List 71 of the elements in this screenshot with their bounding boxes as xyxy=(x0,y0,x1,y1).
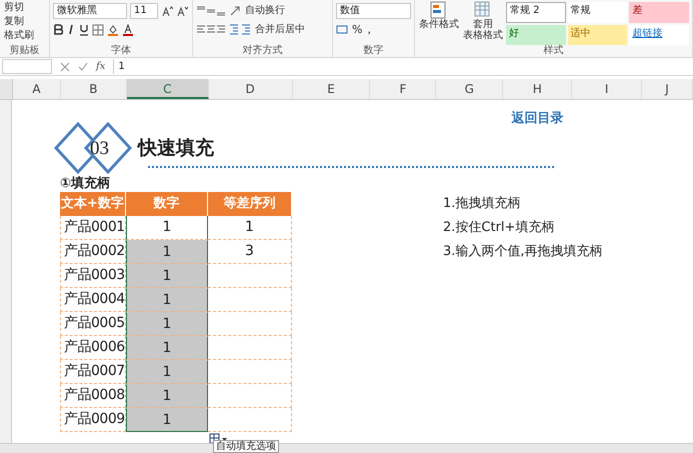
instruction-text: 3.输入两个值,再拖拽填充柄 xyxy=(442,243,604,261)
tooltip: 自动填充选项 xyxy=(213,440,279,453)
conditional-format-button[interactable]: 条件格式 xyxy=(418,1,460,45)
column-header[interactable]: G xyxy=(436,79,504,99)
table-header-cell: 数字 xyxy=(126,192,208,216)
column-header[interactable]: J xyxy=(642,79,693,99)
percent-button[interactable]: % xyxy=(351,22,364,36)
clipboard-button[interactable]: 复制 xyxy=(3,15,25,29)
wrap-text-button[interactable]: 自动换行 xyxy=(244,4,286,18)
instruction-text: 2.按住Ctrl+填充柄 xyxy=(442,219,556,237)
grow-font-icon[interactable] xyxy=(161,4,173,16)
underline-icon[interactable] xyxy=(79,24,89,36)
format-as-table-button[interactable]: 套用 表格格式 xyxy=(462,1,504,45)
bold-icon[interactable] xyxy=(53,24,63,35)
column-header[interactable]: D xyxy=(208,79,293,99)
font-name-dropdown[interactable]: 微软雅黑 xyxy=(53,2,127,18)
vertical-align-icon[interactable] xyxy=(196,5,226,16)
indent-icon[interactable] xyxy=(229,24,251,35)
table-cell: 3 xyxy=(208,240,292,264)
table-cell[interactable]: 1 xyxy=(126,288,208,312)
column-header[interactable]: C xyxy=(126,79,209,99)
group-label: 样式 xyxy=(542,45,564,56)
group-label: 数字 xyxy=(362,45,384,56)
column-header[interactable]: H xyxy=(503,79,572,99)
group-label: 字体 xyxy=(110,45,132,56)
cell-style-option[interactable]: 常规 2 xyxy=(506,2,566,22)
italic-icon[interactable] xyxy=(66,24,76,35)
cancel-icon[interactable] xyxy=(60,62,70,72)
column-header[interactable]: E xyxy=(292,79,370,99)
insert-function-button[interactable]: fx xyxy=(96,61,106,72)
table-header-cell: 等差序列 xyxy=(208,192,292,216)
section-title: 快速填充 xyxy=(138,136,214,161)
shrink-font-icon[interactable] xyxy=(176,4,188,16)
cell-style-option[interactable]: 超链接 xyxy=(629,24,689,45)
column-header[interactable]: I xyxy=(572,79,642,99)
diamond-badge-icon xyxy=(54,122,132,174)
table-cell[interactable]: 1 xyxy=(126,336,208,360)
number-format-dropdown[interactable]: 数值 xyxy=(336,2,411,18)
column-header[interactable]: F xyxy=(370,79,436,99)
cell-style-option[interactable]: 适中 xyxy=(568,24,628,45)
text-orientation-icon[interactable] xyxy=(229,4,241,16)
table-header-cell: 文本+数字 xyxy=(60,192,126,216)
table-cell[interactable]: 1 xyxy=(126,360,208,384)
subsection-title: ①填充柄 xyxy=(60,174,112,192)
border-icon[interactable] xyxy=(92,24,104,36)
clipboard-button[interactable]: 剪切 xyxy=(3,1,25,15)
group-label: 对齐方式 xyxy=(242,45,284,56)
clipboard-button[interactable]: 格式刷 xyxy=(3,29,35,43)
horizontal-align-icon[interactable] xyxy=(196,24,226,35)
table-cell[interactable]: 1 xyxy=(126,240,208,264)
font-color-icon[interactable] xyxy=(122,24,134,36)
table-cell: 1 xyxy=(208,216,292,240)
font-size-dropdown[interactable]: 11 xyxy=(130,2,158,18)
table-cell[interactable]: 1 xyxy=(126,384,208,408)
group-label: 剪贴板 xyxy=(8,45,40,56)
cell-style-option[interactable]: 常规 xyxy=(568,2,628,22)
cell-style-option[interactable]: 差 xyxy=(629,2,689,22)
fill-color-icon[interactable] xyxy=(107,24,119,36)
section-number: 03 xyxy=(90,138,109,160)
table-cell[interactable]: 1 xyxy=(126,312,208,336)
table-cell[interactable]: 1 xyxy=(126,264,208,288)
enter-icon[interactable] xyxy=(78,62,88,72)
column-header[interactable]: A xyxy=(12,79,61,99)
comma-button[interactable]: , xyxy=(366,22,372,36)
instruction-text: 1.拖拽填充柄 xyxy=(442,195,522,213)
merge-center-button[interactable]: 合并后居中 xyxy=(254,22,306,36)
cell-style-option[interactable]: 好 xyxy=(506,24,566,45)
back-link[interactable]: 返回目录 xyxy=(503,109,572,127)
formula-input[interactable]: 1 xyxy=(113,59,693,74)
table-cell[interactable]: 1 xyxy=(126,408,208,432)
table-cell: 产品0001 xyxy=(60,216,126,240)
